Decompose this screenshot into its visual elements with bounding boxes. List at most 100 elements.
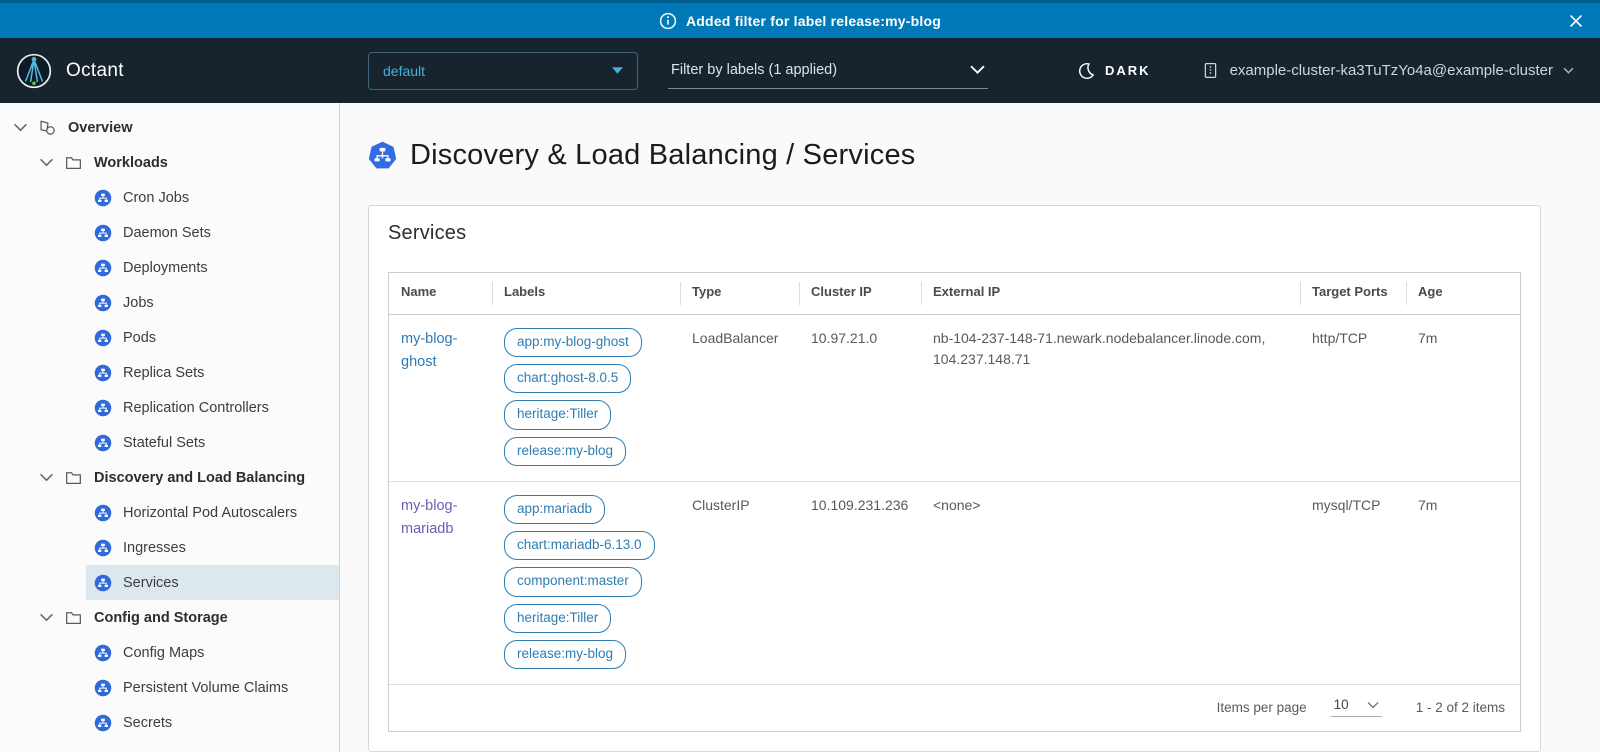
label-chip[interactable]: heritage:Tiller — [504, 400, 611, 429]
label-chip[interactable]: app:mariadb — [504, 495, 605, 524]
services-table: NameLabelsTypeCluster IPExternal IPTarge… — [388, 272, 1521, 732]
ingresses-icon — [93, 538, 112, 557]
page-title-row: Discovery & Load Balancing / Services — [368, 139, 1600, 172]
sidebar-item-workloads[interactable]: Workloads — [0, 145, 339, 180]
namespace-select[interactable]: default — [368, 52, 638, 90]
cluster-name: example-cluster-ka3TuTzYo4a@example-clus… — [1230, 62, 1553, 79]
label-chip[interactable]: release:my-blog — [504, 640, 626, 669]
label-chip[interactable]: component:master — [504, 567, 642, 596]
cell-cluster-ip: 10.109.231.236 — [799, 481, 921, 684]
sidebar-item-label: Cron Jobs — [123, 190, 189, 206]
caret-down-icon — [612, 67, 623, 74]
sidebar-item-services[interactable]: Services — [86, 565, 339, 600]
sidebar-item-label: Secrets — [123, 715, 172, 731]
sidebar-item-ingresses[interactable]: Ingresses — [86, 530, 339, 565]
label-chip[interactable]: heritage:Tiller — [504, 604, 611, 633]
services-card: Services NameLabelsTypeCluster IPExterna… — [368, 205, 1541, 752]
cell-external-ip: <none> — [921, 481, 1300, 684]
cluster-selector[interactable]: example-cluster-ka3TuTzYo4a@example-clus… — [1201, 61, 1574, 80]
cell-target-ports: http/TCP — [1300, 314, 1406, 481]
label-filter-text: Filter by labels (1 applied) — [671, 62, 837, 78]
column-header-type: Type — [680, 273, 799, 314]
cell-labels: app:my-blog-ghost chart:ghost-8.0.5 herita… — [492, 314, 680, 481]
services-icon — [93, 573, 112, 592]
items-per-page-label: Items per page — [1217, 700, 1307, 715]
chevron-down-icon — [1563, 67, 1574, 74]
main-content: Discovery & Load Balancing / Services Se… — [340, 103, 1600, 752]
jobs-icon — [93, 293, 112, 312]
replication-controllers-icon — [93, 398, 112, 417]
service-link[interactable]: my-blog-ghost — [401, 331, 457, 370]
folder-icon — [64, 608, 83, 627]
sidebar-item-replica-sets[interactable]: Replica Sets — [86, 355, 339, 390]
column-header-labels: Labels — [492, 273, 680, 314]
chevron-down-icon[interactable] — [39, 611, 53, 625]
sidebar-item-deployments[interactable]: Deployments — [86, 250, 339, 285]
cron-jobs-icon — [93, 188, 112, 207]
label-chip[interactable]: chart:ghost-8.0.5 — [504, 364, 631, 393]
chevron-down-icon — [970, 65, 985, 75]
chevron-down-icon[interactable] — [39, 471, 53, 485]
label-chip[interactable]: app:my-blog-ghost — [504, 328, 642, 357]
cell-age: 7m — [1406, 481, 1520, 684]
sidebar-item-cron-jobs[interactable]: Cron Jobs — [86, 180, 339, 215]
chevron-down-icon[interactable] — [39, 156, 53, 170]
brand: Octant — [16, 53, 202, 89]
sidebar-item-replication-controllers[interactable]: Replication Controllers — [86, 390, 339, 425]
cluster-icon — [1201, 61, 1220, 80]
secrets-icon — [93, 713, 112, 732]
folder-icon — [64, 468, 83, 487]
sidebar-item-stateful-sets[interactable]: Stateful Sets — [86, 425, 339, 460]
label-chip[interactable]: release:my-blog — [504, 437, 626, 466]
persistent-volume-claims-icon — [93, 678, 112, 697]
sidebar-item-daemon-sets[interactable]: Daemon Sets — [86, 215, 339, 250]
sidebar-item-label: Deployments — [123, 260, 208, 276]
page-size-select[interactable]: 10 — [1331, 697, 1382, 717]
replica-sets-icon — [93, 363, 112, 382]
octant-logo — [16, 53, 52, 89]
page-title: Discovery & Load Balancing / Services — [410, 139, 915, 172]
sidebar-item-label: Pods — [123, 330, 156, 346]
folder-icon — [64, 153, 83, 172]
sidebar-item-label: Stateful Sets — [123, 435, 205, 451]
sidebar-item-persistent-volume-claims[interactable]: Persistent Volume Claims — [86, 670, 339, 705]
column-header-target-ports: Target Ports — [1300, 273, 1406, 314]
sidebar-item-secrets[interactable]: Secrets — [86, 705, 339, 740]
column-header-cluster-ip: Cluster IP — [799, 273, 921, 314]
moon-icon — [1077, 62, 1095, 80]
theme-toggle-button[interactable]: DARK — [1071, 61, 1157, 81]
sidebar-item-label: Replication Controllers — [123, 400, 269, 416]
cell-name: my-blog-ghost — [389, 314, 492, 481]
sidebar-item-config-and-storage[interactable]: Config and Storage — [0, 600, 339, 635]
sidebar-item-overview[interactable]: Overview — [0, 110, 339, 145]
label-filter-dropdown[interactable]: Filter by labels (1 applied) — [668, 53, 988, 89]
deployments-icon — [93, 258, 112, 277]
sidebar-item-config-maps[interactable]: Config Maps — [86, 635, 339, 670]
card-title: Services — [388, 222, 1521, 245]
service-page-icon — [368, 141, 397, 170]
sidebar-item-jobs[interactable]: Jobs — [86, 285, 339, 320]
close-icon[interactable] — [1567, 12, 1585, 30]
sidebar-item-label: Jobs — [123, 295, 154, 311]
sidebar-item-horizontal-pod-autoscalers[interactable]: Horizontal Pod Autoscalers — [86, 495, 339, 530]
cell-age: 7m — [1406, 314, 1520, 481]
sidebar-item-label: Workloads — [94, 155, 168, 171]
sidebar-item-label: Discovery and Load Balancing — [94, 470, 305, 486]
sidebar-item-label: Config Maps — [123, 645, 204, 661]
sidebar-item-discovery-and-load-balancing[interactable]: Discovery and Load Balancing — [0, 460, 339, 495]
label-chip[interactable]: chart:mariadb-6.13.0 — [504, 531, 655, 560]
chevron-down-icon[interactable] — [13, 121, 27, 135]
sidebar-item-label: Persistent Volume Claims — [123, 680, 288, 696]
cell-target-ports: mysql/TCP — [1300, 481, 1406, 684]
sidebar-item-label: Config and Storage — [94, 610, 228, 626]
theme-toggle-label: DARK — [1105, 63, 1151, 78]
sidebar-item-pods[interactable]: Pods — [86, 320, 339, 355]
pods-icon — [93, 328, 112, 347]
chevron-down-icon — [1367, 701, 1379, 709]
cell-type: LoadBalancer — [680, 314, 799, 481]
service-link[interactable]: my-blog-mariadb — [401, 498, 457, 537]
daemon-sets-icon — [93, 223, 112, 242]
table-row: my-blog-mariadb app:mariadb chart:mariadb-… — [389, 481, 1520, 684]
sidebar-item-label: Services — [123, 575, 179, 591]
namespace-value: default — [383, 63, 425, 79]
